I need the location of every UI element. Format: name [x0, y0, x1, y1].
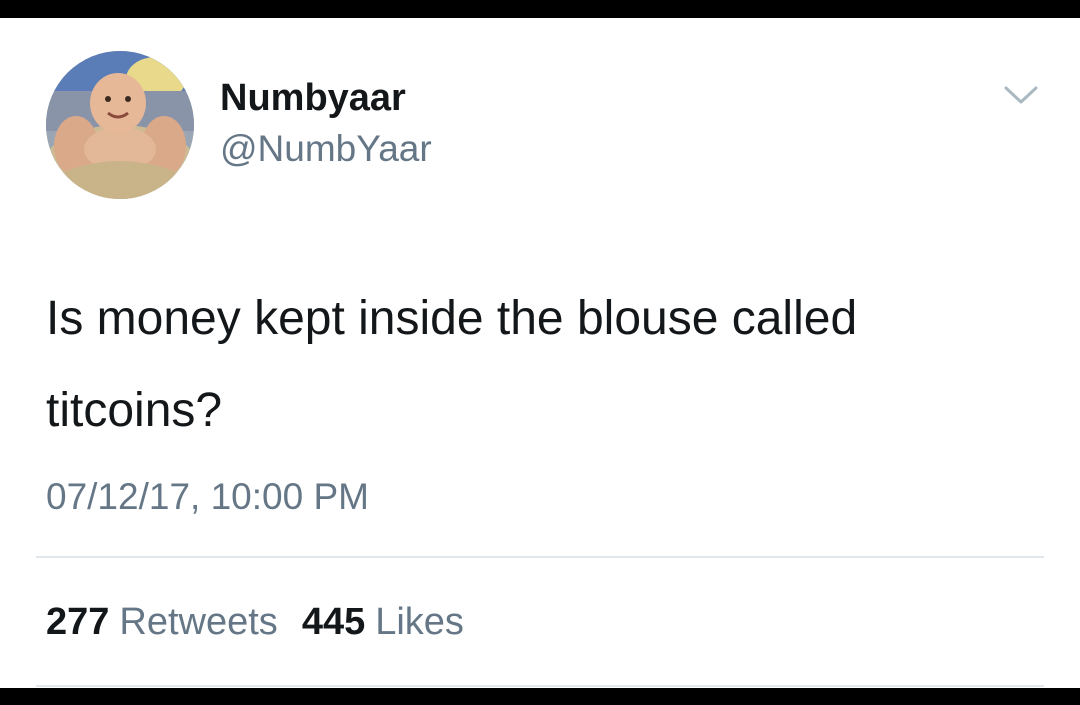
like-count: 445	[301, 601, 366, 643]
retweets-stat[interactable]: 277 Retweets	[46, 601, 278, 643]
user-handle[interactable]: @NumbYaar	[220, 127, 432, 171]
display-name[interactable]: Numbyaar	[220, 76, 406, 120]
avatar[interactable]	[46, 51, 194, 199]
tweet-card: Numbyaar @NumbYaar Is money kept inside …	[0, 18, 1080, 688]
likes-label: Likes	[375, 601, 464, 643]
retweets-label: Retweets	[119, 601, 278, 643]
tweet-text: Is money kept inside the blouse called t…	[46, 292, 858, 437]
divider	[36, 556, 1044, 558]
tweet-timestamp[interactable]: 07/12/17, 10:00 PM	[46, 475, 369, 519]
retweet-count: 277	[46, 601, 110, 643]
divider	[36, 685, 1044, 687]
chevron-down-icon[interactable]	[1002, 82, 1040, 108]
tweet-stats: 277 Retweets 445 Likes	[46, 600, 464, 644]
likes-stat[interactable]: 445 Likes	[302, 601, 464, 643]
avatar-baby-image	[46, 51, 194, 199]
